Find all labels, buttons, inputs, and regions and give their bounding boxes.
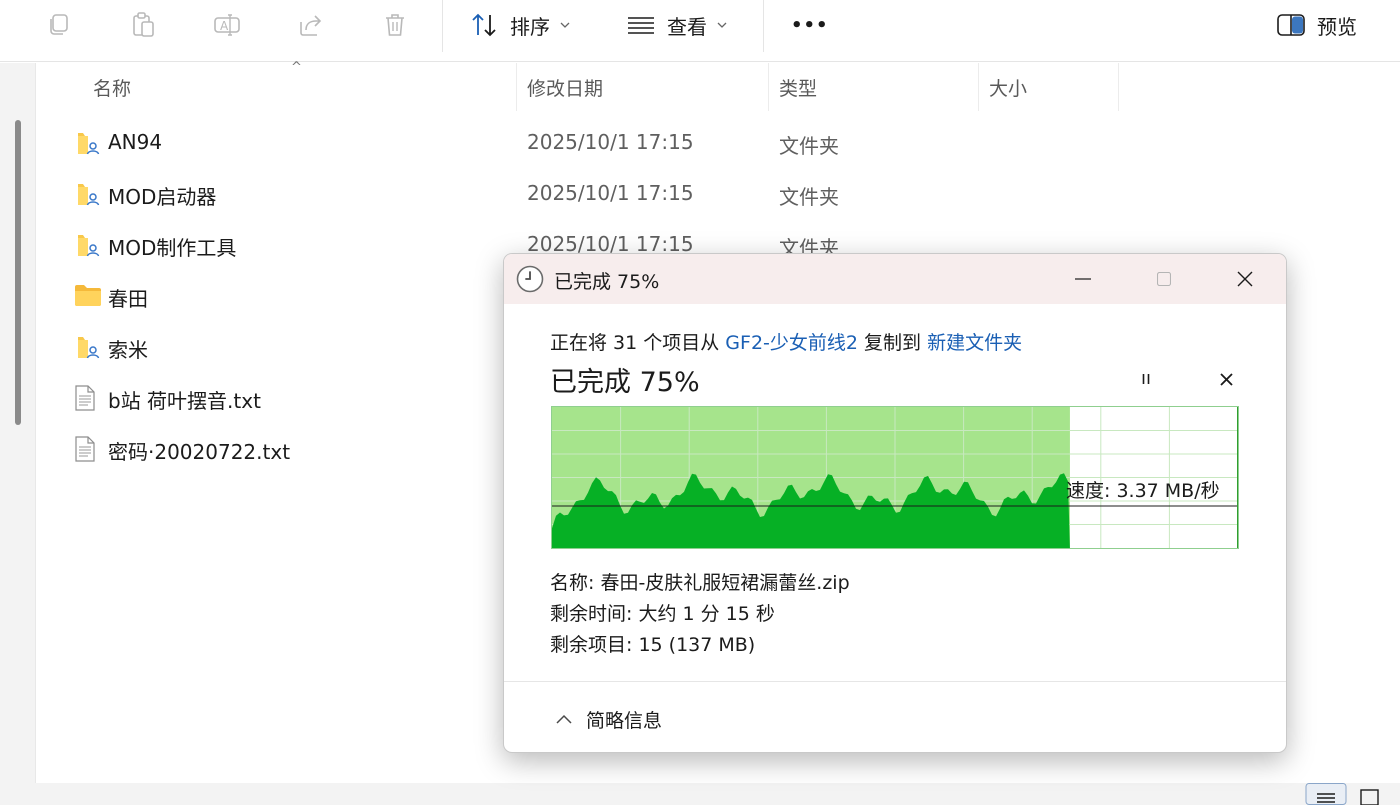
delete-icon[interactable]: [380, 10, 410, 40]
file-date: 2025/10/1 17:15: [527, 130, 694, 154]
column-separator[interactable]: [768, 63, 769, 111]
chevron-down-icon: [560, 22, 570, 28]
text-file-icon: [74, 385, 100, 411]
sort-label: 排序: [510, 14, 550, 39]
file-name: 索米: [108, 338, 148, 362]
view-mode-toggles: [1305, 783, 1400, 805]
clock-icon: [516, 265, 544, 293]
shared-folder-icon: [74, 232, 100, 257]
transfer-speed: 速度: 3.37 MB/秒: [1066, 480, 1220, 502]
file-row[interactable]: AN94 2025/10/1 17:15 文件夹: [70, 117, 1400, 168]
items-remaining: 剩余项目: 15 (137 MB): [550, 634, 756, 656]
source-folder-link[interactable]: GF2-少女前线2: [725, 332, 858, 354]
pause-button[interactable]: [1134, 367, 1158, 391]
file-name: 密码·20020722.txt: [108, 440, 291, 464]
sort-ascending-icon: ^: [291, 60, 302, 75]
copy-icon[interactable]: [44, 10, 74, 40]
minimize-button[interactable]: [1063, 264, 1103, 294]
fewer-details-button[interactable]: 简略信息: [556, 706, 662, 732]
file-type: 文件夹: [779, 185, 839, 209]
cancel-copy-button[interactable]: [1214, 367, 1238, 391]
fewer-details-label: 简略信息: [586, 709, 663, 732]
copy-description: 正在将 31 个项目从 GF2-少女前线2 复制到 新建文件夹: [550, 328, 1022, 355]
shared-folder-icon: [74, 130, 100, 155]
chevron-up-icon: [556, 714, 572, 724]
current-file-name: 名称: 春田-皮肤礼服短裙漏蕾丝.zip: [550, 572, 850, 594]
file-name: AN94: [108, 130, 163, 154]
view-label: 查看: [667, 14, 707, 39]
pause-icon: [1142, 374, 1150, 384]
command-bar: A 排序 查看 ••• 预览: [0, 0, 1400, 62]
maximize-icon: [1157, 272, 1171, 286]
dialog-title: 已完成 75%: [554, 271, 660, 293]
file-name: 春田: [108, 287, 148, 311]
toolbar-separator: [442, 0, 443, 52]
file-row[interactable]: MOD启动器 2025/10/1 17:15 文件夹: [70, 168, 1400, 219]
minimize-icon: [1075, 278, 1091, 280]
shared-folder-icon: [74, 334, 100, 359]
file-name: MOD制作工具: [108, 236, 237, 260]
column-header-type[interactable]: 类型: [779, 63, 817, 111]
column-header-date[interactable]: 修改日期: [527, 63, 603, 111]
time-remaining: 剩余时间: 大约 1 分 15 秒: [550, 603, 775, 625]
column-separator[interactable]: [516, 63, 517, 111]
destination-folder-link[interactable]: 新建文件夹: [927, 332, 1022, 354]
desc-prefix: 正在将 31 个项目从: [550, 332, 726, 354]
rename-icon[interactable]: A: [212, 10, 242, 40]
view-button[interactable]: 查看: [627, 10, 727, 40]
text-file-icon: [74, 436, 100, 462]
sort-button[interactable]: 排序: [470, 10, 570, 40]
sort-icon: [472, 13, 496, 37]
shared-folder-icon: [74, 181, 100, 206]
dialog-title-bar[interactable]: 已完成 75%: [504, 254, 1286, 304]
column-separator[interactable]: [978, 63, 979, 111]
file-name: b站 荷叶摆音.txt: [108, 389, 261, 413]
paste-icon[interactable]: [128, 10, 158, 40]
preview-pane-icon: [1277, 14, 1305, 36]
view-list-icon: [628, 17, 654, 34]
transfer-speed-graph: 速度: 3.37 MB/秒: [551, 406, 1239, 549]
preview-pane-button[interactable]: 预览: [1277, 10, 1357, 40]
copy-progress-dialog: 已完成 75% 正在将 31 个项目从 GF2-少女前线2 复制到 新建文件夹 …: [503, 253, 1287, 753]
svg-text:A: A: [220, 19, 229, 33]
dialog-divider: [504, 681, 1286, 682]
maximize-button: [1144, 264, 1184, 294]
column-header-name[interactable]: 名称: [93, 63, 131, 111]
status-bar: [0, 783, 1400, 805]
share-icon[interactable]: [296, 10, 326, 40]
desc-middle: 复制到: [857, 332, 928, 354]
file-type: 文件夹: [779, 134, 839, 158]
more-options-button[interactable]: •••: [791, 10, 829, 40]
more-icon: •••: [791, 14, 829, 36]
preview-label: 预览: [1317, 14, 1357, 39]
cancel-icon: [1219, 372, 1233, 386]
close-icon: [1237, 271, 1253, 287]
toolbar-separator: [763, 0, 764, 52]
folder-icon: [74, 283, 101, 307]
file-name: MOD启动器: [108, 185, 217, 209]
close-button[interactable]: [1225, 264, 1265, 294]
file-date: 2025/10/1 17:15: [527, 181, 694, 205]
column-header-size[interactable]: 大小: [989, 63, 1027, 111]
chevron-down-icon: [717, 22, 727, 28]
progress-percent: 已完成 75%: [550, 367, 700, 398]
vertical-scrollbar-thumb[interactable]: [15, 120, 21, 425]
column-separator[interactable]: [1118, 63, 1119, 111]
